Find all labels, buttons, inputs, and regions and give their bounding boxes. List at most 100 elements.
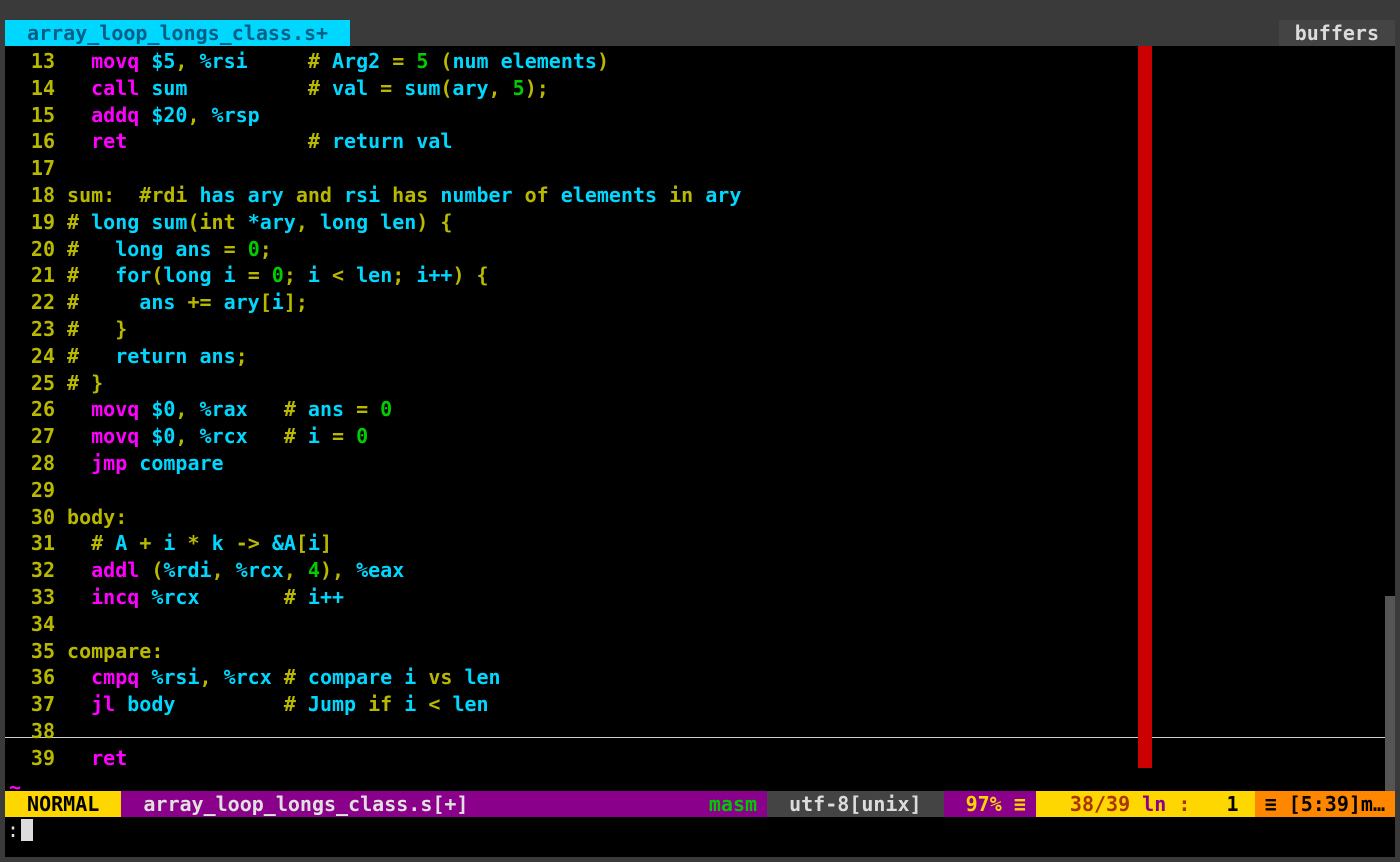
code-line[interactable]: 29: [5, 477, 1395, 504]
line-text[interactable]: # A + i * k -> &A[i]: [55, 530, 332, 557]
status-encoding: utf-8[unix]: [767, 791, 944, 817]
status-line: NORMAL array_loop_longs_class.s[+] masm …: [5, 791, 1395, 817]
code-line[interactable]: 15 addq $20, %rsp: [5, 102, 1395, 129]
line-text[interactable]: # }: [55, 370, 103, 397]
line-text[interactable]: # long ans = 0;: [55, 236, 272, 263]
status-filetype: masm: [699, 791, 767, 817]
code-line[interactable]: 32 addl (%rdi, %rcx, 4), %eax: [5, 557, 1395, 584]
line-number: 25: [5, 370, 55, 397]
line-number: 34: [5, 611, 55, 638]
line-number: 17: [5, 155, 55, 182]
code-line[interactable]: 21 # for(long i = 0; i < len; i++) {: [5, 262, 1395, 289]
line-number: 15: [5, 102, 55, 129]
line-text[interactable]: sum: #rdi has ary and rsi has number of …: [55, 182, 741, 209]
code-line[interactable]: 25 # }: [5, 370, 1395, 397]
line-text[interactable]: incq %rcx # i++: [55, 584, 344, 611]
code-line[interactable]: 31 # A + i * k -> &A[i]: [5, 530, 1395, 557]
line-number: 23: [5, 316, 55, 343]
code-line[interactable]: 17: [5, 155, 1395, 182]
line-text[interactable]: movq $5, %rsi # Arg2 = 5 (num elements): [55, 48, 609, 75]
line-text[interactable]: [55, 155, 67, 182]
line-text[interactable]: ret: [55, 745, 127, 772]
status-col-sep: :: [1178, 791, 1202, 817]
line-text[interactable]: compare:: [55, 638, 163, 665]
command-cursor: [21, 819, 33, 841]
line-text[interactable]: # return ans;: [55, 343, 248, 370]
line-text[interactable]: # long sum(int *ary, long len) {: [55, 209, 452, 236]
line-text[interactable]: jmp compare: [55, 450, 224, 477]
line-number: 21: [5, 262, 55, 289]
code-line[interactable]: 23 # }: [5, 316, 1395, 343]
line-text[interactable]: # for(long i = 0; i < len; i++) {: [55, 262, 489, 289]
line-text[interactable]: movq $0, %rax # ans = 0: [55, 396, 392, 423]
line-text[interactable]: [55, 477, 67, 504]
line-number: 38: [5, 718, 55, 745]
status-ln-label: ln: [1130, 791, 1178, 817]
line-number: 22: [5, 289, 55, 316]
status-line-pos: 38/39: [1036, 791, 1130, 817]
line-text[interactable]: call sum # val = sum(ary, 5);: [55, 75, 549, 102]
line-text[interactable]: movq $0, %rcx # i = 0: [55, 423, 368, 450]
status-col: 1: [1202, 791, 1254, 817]
buffer-tab-active[interactable]: array_loop_longs_class.s+: [5, 20, 350, 46]
line-number: 35: [5, 638, 55, 665]
line-number: 29: [5, 477, 55, 504]
hamburger-icon-2: ≡: [1265, 791, 1289, 818]
code-line[interactable]: 36 cmpq %rsi, %rcx # compare i vs len: [5, 664, 1395, 691]
line-text[interactable]: [55, 611, 67, 638]
code-line[interactable]: 20 # long ans = 0;: [5, 236, 1395, 263]
code-line[interactable]: 38: [5, 718, 1395, 745]
line-number: 26: [5, 396, 55, 423]
status-filename: array_loop_longs_class.s[+]: [121, 791, 699, 817]
line-number: 13: [5, 48, 55, 75]
code-line[interactable]: 26 movq $0, %rax # ans = 0: [5, 396, 1395, 423]
code-line[interactable]: 28 jmp compare: [5, 450, 1395, 477]
line-text[interactable]: # ans += ary[i];: [55, 289, 308, 316]
code-line[interactable]: 37 jl body # Jump if i < len: [5, 691, 1395, 718]
code-line[interactable]: 16 ret # return val: [5, 128, 1395, 155]
tabbar-spacer: [350, 20, 1279, 46]
command-prompt: :: [7, 817, 19, 844]
line-text[interactable]: addl (%rdi, %rcx, 4), %eax: [55, 557, 404, 584]
line-text[interactable]: jl body # Jump if i < len: [55, 691, 489, 718]
code-line[interactable]: 22 # ans += ary[i];: [5, 289, 1395, 316]
line-number: 19: [5, 209, 55, 236]
code-line[interactable]: 30 body:: [5, 504, 1395, 531]
line-text[interactable]: ret # return val: [55, 128, 452, 155]
line-number: 18: [5, 182, 55, 209]
scrollbar-thumb[interactable]: [1385, 596, 1395, 791]
editor-frame: array_loop_longs_class.s+ buffers 13 mov…: [0, 0, 1400, 862]
line-number: 37: [5, 691, 55, 718]
line-number: 16: [5, 128, 55, 155]
command-line[interactable]: :: [5, 817, 1395, 843]
line-text[interactable]: [55, 718, 67, 745]
status-time-value: [5:39]m…: [1289, 791, 1385, 818]
line-number: 30: [5, 504, 55, 531]
status-percent-value: 97%: [954, 791, 1014, 818]
code-line[interactable]: 13 movq $5, %rsi # Arg2 = 5 (num element…: [5, 48, 1395, 75]
code-line[interactable]: 14 call sum # val = sum(ary, 5);: [5, 75, 1395, 102]
hamburger-icon: ≡: [1014, 791, 1026, 818]
line-number: 24: [5, 343, 55, 370]
line-text[interactable]: # }: [55, 316, 127, 343]
code-line[interactable]: 34: [5, 611, 1395, 638]
code-line[interactable]: 33 incq %rcx # i++: [5, 584, 1395, 611]
code-viewport[interactable]: 13 movq $5, %rsi # Arg2 = 5 (num element…: [5, 46, 1395, 791]
line-text[interactable]: cmpq %rsi, %rcx # compare i vs len: [55, 664, 501, 691]
code-line[interactable]: 24 # return ans;: [5, 343, 1395, 370]
buffer-tabbar: array_loop_longs_class.s+ buffers: [5, 20, 1395, 46]
line-number: 28: [5, 450, 55, 477]
code-line[interactable]: 35 compare:: [5, 638, 1395, 665]
code-line[interactable]: 27 movq $0, %rcx # i = 0: [5, 423, 1395, 450]
code-line[interactable]: 39 ret: [5, 745, 1395, 772]
buffers-label[interactable]: buffers: [1279, 20, 1395, 46]
end-of-buffer-tilde: ~: [5, 774, 1395, 791]
status-time: ≡ [5:39]m…: [1255, 791, 1395, 817]
line-number: 33: [5, 584, 55, 611]
code-line[interactable]: 19 # long sum(int *ary, long len) {: [5, 209, 1395, 236]
line-text[interactable]: addq $20, %rsp: [55, 102, 260, 129]
line-number: 39: [5, 745, 55, 772]
code-lines[interactable]: 13 movq $5, %rsi # Arg2 = 5 (num element…: [5, 46, 1395, 774]
line-text[interactable]: body:: [55, 504, 127, 531]
code-line[interactable]: 18 sum: #rdi has ary and rsi has number …: [5, 182, 1395, 209]
